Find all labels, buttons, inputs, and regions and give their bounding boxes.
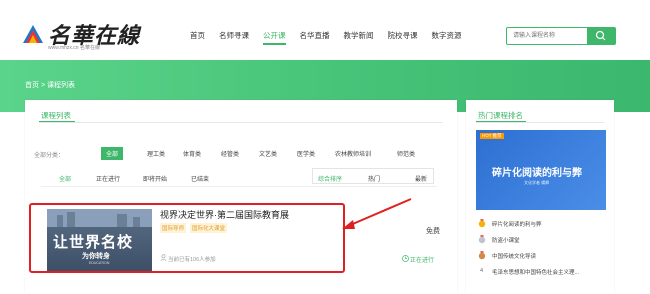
silver-medal-icon — [478, 235, 486, 244]
search-icon — [595, 30, 606, 41]
hot-course-item[interactable]: 毛泽东思想和中国特色社会主义理... — [492, 268, 579, 276]
panel-divider — [476, 122, 604, 123]
hot-course-item[interactable]: 防盗小课堂 — [492, 236, 520, 244]
rank-number: 4 — [480, 268, 484, 274]
hot-thumbnail-title: 碎片化阅读的利与弊 — [492, 168, 582, 179]
nav-open-courses[interactable]: 公开课 — [263, 30, 286, 45]
learner-count: 当前已有106人参加 — [168, 257, 216, 263]
category-teacher-training[interactable]: 农林教师培训 — [330, 147, 376, 160]
search-button[interactable] — [587, 28, 615, 44]
course-tag: 国际导师 — [160, 223, 187, 233]
course-tag: 国际化大课堂 — [190, 223, 228, 233]
category-economics[interactable]: 经管类 — [216, 147, 244, 160]
category-medicine[interactable]: 医学类 — [292, 147, 320, 160]
category-normal[interactable]: 师范类 — [392, 147, 420, 160]
nav-home[interactable]: 首页 — [190, 30, 205, 41]
logo-mark-icon — [23, 25, 43, 43]
sort-overall[interactable]: 综合排序 — [318, 174, 342, 183]
tab-all[interactable]: 全部 — [59, 174, 71, 183]
category-all[interactable]: 全部 — [101, 147, 124, 160]
tab-upcoming[interactable]: 即将开始 — [143, 174, 167, 183]
hot-courses-title: 热门课程排名 — [478, 111, 523, 120]
hot-course-item[interactable]: 中国传统文化导读 — [492, 252, 536, 260]
main-nav: 首页 名师寻课 公开课 名华直播 教学新闻 院校寻课 数字资源 — [190, 30, 476, 45]
thumbnail-headline: 让世界名校 — [53, 233, 134, 251]
sort-hot[interactable]: 热门 — [368, 174, 380, 183]
nav-teacher-courses[interactable]: 名师寻课 — [219, 30, 249, 41]
tab-ended[interactable]: 已结束 — [191, 174, 209, 183]
category-sports[interactable]: 体育类 — [178, 147, 206, 160]
header: 名華在線 www.mhzx.cn 名華在線 首页 名师寻课 公开课 名华直播 教… — [0, 0, 650, 60]
course-thumbnail[interactable]: 让世界名校 为你转身 EDUCATION — [47, 209, 152, 271]
sort-latest[interactable]: 最新 — [415, 174, 427, 183]
thumbnail-caption: EDUCATION — [89, 261, 110, 265]
thumbnail-subline: 为你转身 — [82, 253, 110, 260]
course-price: 免费 — [426, 228, 440, 235]
filter-divider — [41, 186, 437, 187]
search-box — [506, 27, 616, 45]
breadcrumb[interactable]: 首页 > 课程列表 — [25, 80, 75, 90]
user-icon — [160, 254, 167, 261]
search-input[interactable] — [507, 28, 587, 44]
category-label: 全部分类： — [34, 153, 65, 159]
logo[interactable]: 名華在線 www.mhzx.cn 名華在線 — [22, 18, 142, 52]
category-arts[interactable]: 文艺类 — [254, 147, 282, 160]
nav-school-courses[interactable]: 院校寻课 — [388, 30, 418, 41]
annotation-arrow-icon — [342, 198, 412, 229]
course-title[interactable]: 视界决定世界·第二届国际教育展 — [160, 208, 289, 221]
hot-thumbnail-subtitle: 文化学者 楊卿 — [524, 180, 550, 185]
bronze-medal-icon — [478, 251, 486, 260]
logo-subtitle: www.mhzx.cn 名華在線 — [48, 45, 100, 51]
hot-badge: HOT 推荐 — [480, 133, 504, 139]
hot-course-item[interactable]: 碎片化阅读的利与弊 — [492, 220, 542, 228]
nav-digital-resources[interactable]: 数字资源 — [432, 30, 462, 41]
course-status: 正在进行 — [410, 258, 435, 264]
nav-live[interactable]: 名华直播 — [300, 30, 330, 41]
nav-news[interactable]: 教学新闻 — [344, 30, 374, 41]
course-list-title: 课程列表 — [41, 111, 71, 120]
panel-divider — [39, 122, 443, 123]
clock-icon — [402, 255, 409, 262]
tab-ongoing[interactable]: 正在进行 — [96, 174, 120, 183]
gold-medal-icon — [478, 219, 486, 228]
category-engineering[interactable]: 理工类 — [142, 147, 170, 160]
